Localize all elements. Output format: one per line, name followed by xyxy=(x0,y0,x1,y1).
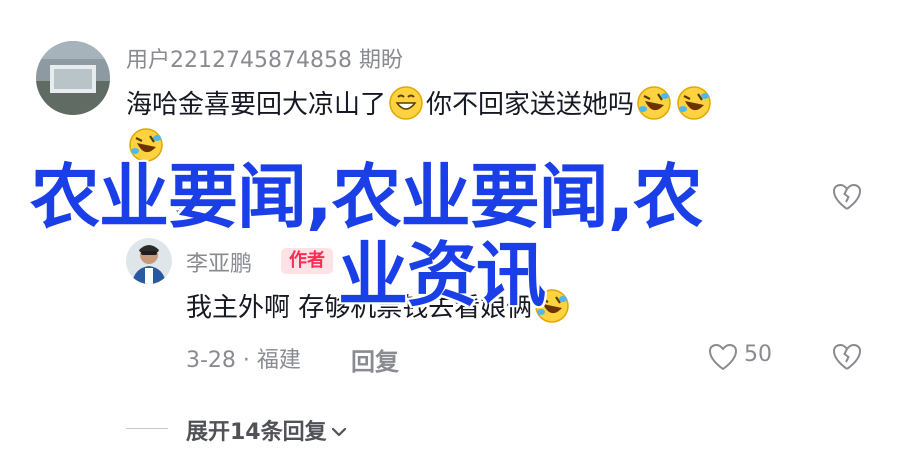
rolling-laughing-face-icon xyxy=(676,85,712,121)
divider xyxy=(126,428,168,429)
comment-username[interactable]: 用户2212745874858 期盼 xyxy=(126,42,403,74)
overlay-line: 业资讯 xyxy=(338,234,546,316)
broken-heart-outline-icon[interactable] xyxy=(832,183,862,211)
overlay-caption: 农业要闻,农业要闻,农 业资讯 xyxy=(30,158,830,314)
rolling-laughing-face-icon xyxy=(636,85,672,121)
comment-text-part: 海哈金喜要回大凉山了 xyxy=(126,90,387,120)
comment-text-part: 你不回家送送她吗 xyxy=(426,90,635,120)
username-text[interactable]: 用户2212745874858 xyxy=(126,48,352,73)
reply-button[interactable]: 回复 xyxy=(351,342,399,377)
grinning-face-icon xyxy=(388,85,424,121)
chevron-down-icon xyxy=(331,427,346,437)
username-suffix: 期盼 xyxy=(358,48,403,73)
comment-date-location: 3-28 · 福建 xyxy=(186,348,301,373)
expand-replies-button[interactable]: 展开14条回复 xyxy=(186,414,347,446)
expand-replies-label[interactable]: 展开14条回复 xyxy=(186,420,327,445)
avatar[interactable] xyxy=(36,41,110,115)
broken-heart-outline-icon[interactable] xyxy=(832,343,862,371)
heart-outline-icon[interactable] xyxy=(708,343,738,371)
overlay-line: 农业要闻,农业要闻,农 xyxy=(30,156,703,238)
like-count: 50 xyxy=(744,342,772,367)
